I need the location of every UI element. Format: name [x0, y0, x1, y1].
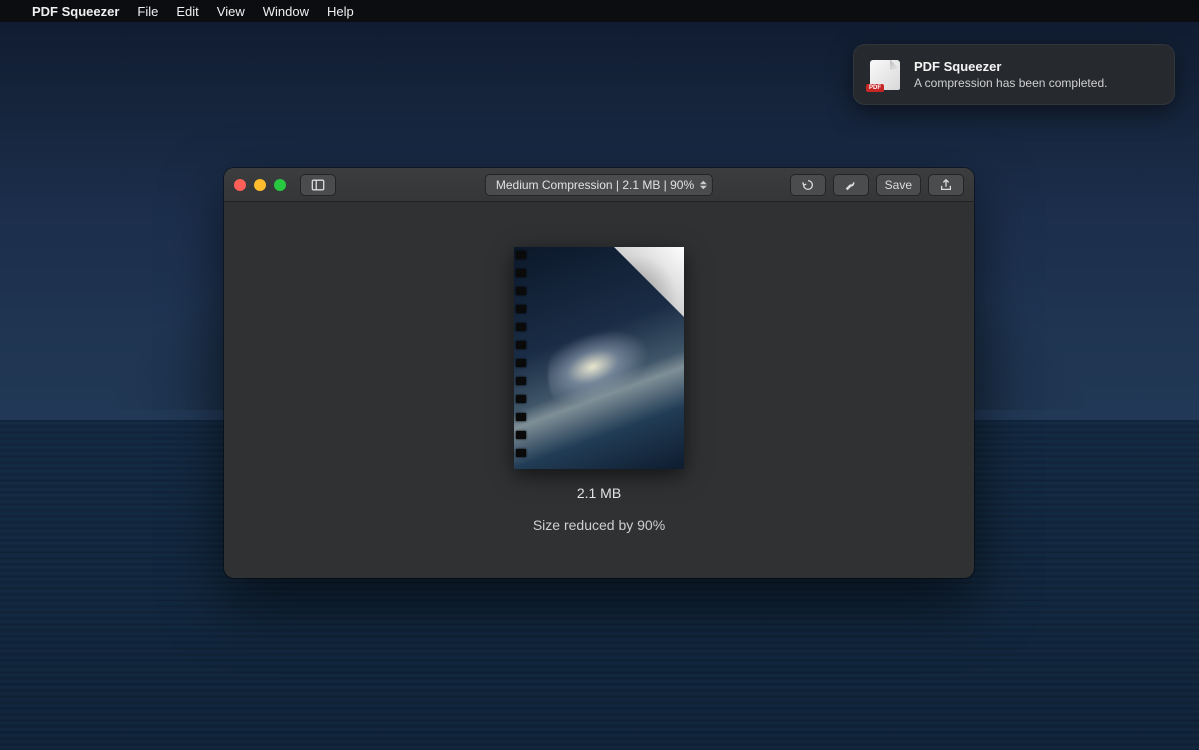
menubar-item-edit[interactable]: Edit: [176, 4, 198, 19]
compression-profile-select[interactable]: Medium Compression | 2.1 MB | 90%: [485, 174, 713, 196]
menubar-app-name[interactable]: PDF Squeezer: [32, 4, 119, 19]
share-icon: [939, 178, 953, 192]
menubar-item-file[interactable]: File: [137, 4, 158, 19]
window-titlebar[interactable]: Medium Compression | 2.1 MB | 90% Save: [224, 168, 974, 202]
window-minimize-button[interactable]: [254, 179, 266, 191]
file-size-label: 2.1 MB: [577, 485, 621, 501]
stepper-chevrons-icon: [700, 180, 707, 189]
reduction-label: Size reduced by 90%: [533, 517, 665, 533]
settings-button[interactable]: [833, 174, 869, 196]
notification-message: A compression has been completed.: [914, 76, 1107, 90]
window-close-button[interactable]: [234, 179, 246, 191]
revert-button[interactable]: [790, 174, 826, 196]
window-content: 2.1 MB Size reduced by 90%: [224, 202, 974, 578]
undo-arrow-icon: [801, 178, 815, 192]
notification-banner[interactable]: PDF PDF Squeezer A compression has been …: [853, 44, 1175, 105]
notification-app-icon: PDF: [870, 60, 900, 90]
window-traffic-lights: [234, 179, 286, 191]
pdf-badge: PDF: [866, 84, 884, 92]
wrench-icon: [844, 178, 858, 192]
menubar-item-window[interactable]: Window: [263, 4, 309, 19]
save-button-label: Save: [885, 178, 912, 192]
save-button[interactable]: Save: [876, 174, 921, 196]
macos-menubar: PDF Squeezer File Edit View Window Help: [0, 0, 1199, 22]
sidebar-icon: [311, 178, 325, 192]
window-zoom-button[interactable]: [274, 179, 286, 191]
compression-profile-label: Medium Compression | 2.1 MB | 90%: [496, 178, 694, 192]
document-thumbnail[interactable]: [514, 247, 684, 469]
app-window: Medium Compression | 2.1 MB | 90% Save: [224, 168, 974, 578]
page-curl-icon: [614, 247, 684, 317]
menubar-item-help[interactable]: Help: [327, 4, 354, 19]
toggle-sidebar-button[interactable]: [300, 174, 336, 196]
menubar-item-view[interactable]: View: [217, 4, 245, 19]
notification-title: PDF Squeezer: [914, 59, 1107, 74]
share-button[interactable]: [928, 174, 964, 196]
